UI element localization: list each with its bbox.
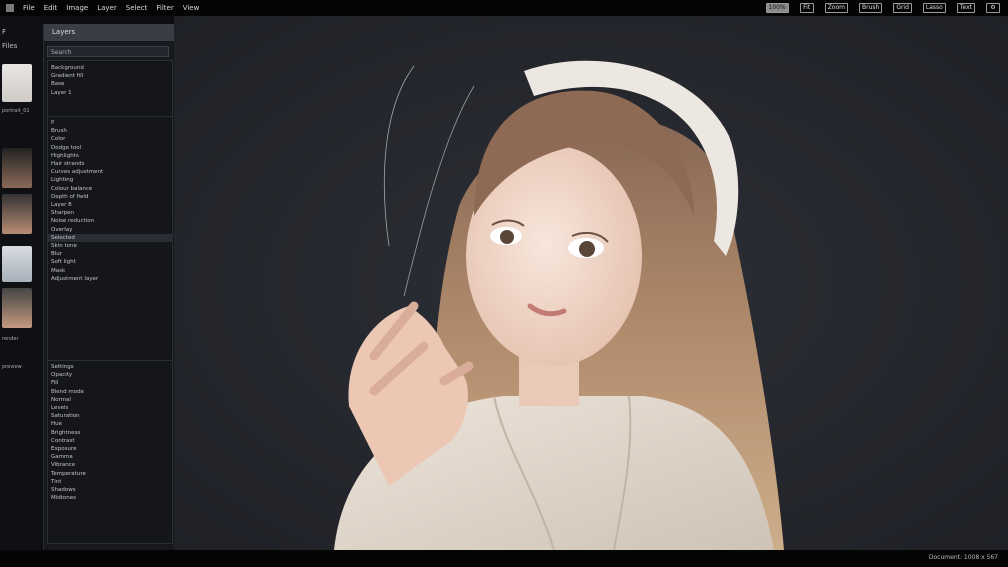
layer-row[interactable]: Gamma: [48, 453, 172, 461]
thumbnail-2[interactable]: [2, 148, 32, 188]
layer-row[interactable]: Dodge tool: [48, 144, 172, 152]
layer-row[interactable]: Highlights: [48, 152, 172, 160]
portrait-image: [174, 16, 1008, 551]
menu-image[interactable]: Image: [66, 4, 88, 12]
fit-button[interactable]: Fit: [799, 3, 814, 13]
layer-row[interactable]: Layer 8: [48, 201, 172, 209]
menu-view[interactable]: View: [183, 4, 200, 12]
layer-row[interactable]: Vibrance: [48, 461, 172, 469]
menu-filter[interactable]: Filter: [156, 4, 173, 12]
layer-row[interactable]: Hue: [48, 420, 172, 428]
layer-row[interactable]: Blur: [48, 250, 172, 258]
layer-row[interactable]: Opacity: [48, 371, 172, 379]
settings-icon[interactable]: ⚙: [986, 3, 1000, 13]
search-input[interactable]: Search: [47, 46, 169, 57]
image-canvas[interactable]: [174, 16, 1008, 551]
layer-row[interactable]: Tint: [48, 478, 172, 486]
zoom-tool[interactable]: Zoom: [824, 3, 848, 13]
lasso-tool[interactable]: Lasso: [922, 3, 946, 13]
layer-row[interactable]: Layer 1: [48, 89, 172, 97]
layer-row[interactable]: Soft light: [48, 258, 172, 266]
thumbs-title: Files: [2, 42, 18, 50]
thumbnail-5[interactable]: [2, 288, 32, 328]
layer-row[interactable]: Exposure: [48, 445, 172, 453]
layer-group-2: P Brush Color Dodge tool Highlights Hair stra…: [47, 116, 173, 362]
layer-row[interactable]: Adjustment layer: [48, 275, 172, 283]
menu-edit[interactable]: Edit: [44, 4, 58, 12]
menu-select[interactable]: Select: [126, 4, 148, 12]
layer-row[interactable]: P: [48, 119, 172, 127]
layer-row[interactable]: Temperature: [48, 470, 172, 478]
layer-row[interactable]: Lighting: [48, 176, 172, 184]
thumbnail-3[interactable]: [2, 194, 32, 234]
thumbs-tab[interactable]: F: [2, 28, 6, 36]
layer-row[interactable]: Midtones: [48, 494, 172, 502]
text-tool[interactable]: Text: [956, 3, 975, 13]
layer-row[interactable]: Skin tone: [48, 242, 172, 250]
layer-row[interactable]: Background: [48, 64, 172, 72]
layer-row[interactable]: Color: [48, 135, 172, 143]
layer-row[interactable]: Mask: [48, 267, 172, 275]
layer-row[interactable]: Shadows: [48, 486, 172, 494]
layer-row[interactable]: Overlay: [48, 226, 172, 234]
layer-row[interactable]: Contrast: [48, 437, 172, 445]
layer-row[interactable]: Curves adjustment: [48, 168, 172, 176]
zoom-level[interactable]: 100%: [765, 3, 789, 13]
layer-row[interactable]: Depth of field: [48, 193, 172, 201]
layer-row[interactable]: Brush: [48, 127, 172, 135]
app-icon[interactable]: [6, 4, 14, 12]
layer-group-3: Settings Opacity Fill Blend mode Normal Level…: [47, 360, 173, 544]
thumbnail-panel: F Files portrait_01 render preview: [0, 16, 42, 550]
layer-row[interactable]: Hair strands: [48, 160, 172, 168]
layer-row[interactable]: Normal: [48, 396, 172, 404]
thumbnail-4[interactable]: [2, 246, 32, 282]
thumbnail-caption: portrait_01: [2, 108, 30, 114]
layer-row[interactable]: Noise reduction: [48, 217, 172, 225]
brush-tool[interactable]: Brush: [858, 3, 883, 13]
thumbnail-1[interactable]: [2, 64, 32, 102]
layer-row[interactable]: Levels: [48, 404, 172, 412]
layer-row[interactable]: Sharpen: [48, 209, 172, 217]
status-bar: Document: 1008 x 567: [0, 550, 1008, 567]
tab-layers-label: Layers: [52, 28, 76, 36]
layer-row[interactable]: Saturation: [48, 412, 172, 420]
layer-row[interactable]: Fill: [48, 379, 172, 387]
menu-file[interactable]: File: [23, 4, 35, 12]
layer-row[interactable]: Base: [48, 80, 172, 88]
layer-row[interactable]: Blend mode: [48, 388, 172, 396]
layer-row[interactable]: Gradient fill: [48, 72, 172, 80]
layer-row[interactable]: Settings: [48, 363, 172, 371]
thumbnail-caption: render: [2, 336, 19, 342]
layer-group-1: Background Gradient fill Base Layer 1: [47, 60, 173, 119]
layer-row[interactable]: Colour balance: [48, 185, 172, 193]
layer-row[interactable]: Selected: [48, 233, 172, 243]
status-text: Document: 1008 x 567: [928, 554, 998, 561]
thumbnail-caption: preview: [2, 364, 22, 370]
tab-layers[interactable]: Layers: [44, 24, 174, 41]
menu-layer[interactable]: Layer: [97, 4, 117, 12]
menu-bar: File Edit Image Layer Select Filter View…: [0, 0, 1008, 16]
grid-tool[interactable]: Grid: [893, 3, 912, 13]
layer-row[interactable]: Brightness: [48, 429, 172, 437]
layers-panel: Layers Search Background Gradient fill Bas…: [43, 24, 175, 550]
